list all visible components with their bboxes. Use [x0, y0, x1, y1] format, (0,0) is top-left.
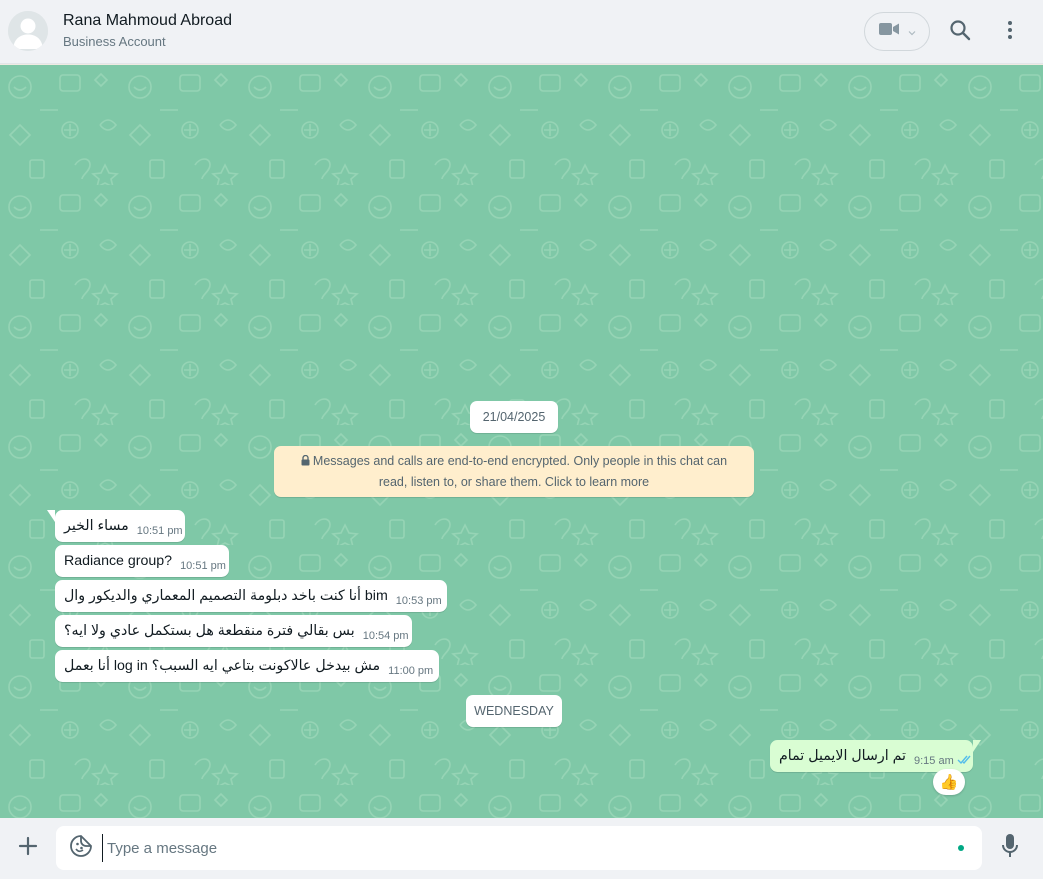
contact-avatar[interactable] — [8, 11, 48, 51]
encryption-notice-text: Messages and calls are end-to-end encryp… — [312, 454, 728, 489]
message-text: أنا كنت باخد دبلومة التصميم المعماري وال… — [64, 588, 388, 604]
message-text: Radiance group? — [64, 553, 173, 569]
plus-icon — [18, 836, 38, 861]
message-time: 10:54 pm — [362, 630, 409, 642]
chat-panel[interactable]: 21/04/2025 Messages and calls are end-to… — [0, 65, 1043, 818]
vertical-dots-icon — [1007, 20, 1013, 45]
double-check-icon — [957, 753, 973, 769]
video-camera-icon — [878, 21, 900, 42]
message-time: 11:00 pm — [388, 665, 434, 677]
voice-message-button[interactable] — [998, 833, 1022, 864]
message-bubble-incoming[interactable]: بس بقالي فترة منقطعة هل بستكمل عادي ولا … — [55, 615, 412, 647]
message-bubble-incoming[interactable]: Radiance group? 10:51 pm — [55, 545, 229, 577]
contact-name: Rana Mahmoud Abroad — [63, 12, 232, 29]
chevron-down-icon — [908, 23, 916, 41]
date-chip: 21/04/2025 — [470, 401, 558, 433]
reaction-badge[interactable]: 👍 — [933, 769, 965, 795]
message-input[interactable] — [102, 834, 942, 862]
message-time: 9:15 am — [914, 755, 954, 767]
attach-button[interactable] — [14, 834, 42, 862]
message-text: بس بقالي فترة منقطعة هل بستكمل عادي ولا … — [64, 623, 355, 639]
message-text: مساء الخير — [64, 518, 129, 534]
message-text: تم ارسال الايميل تمام — [779, 748, 906, 764]
video-call-button[interactable] — [864, 12, 930, 51]
message-input-box[interactable] — [56, 826, 982, 870]
chat-header: Rana Mahmoud Abroad Business Account — [0, 0, 1043, 64]
message-time: 10:51 pm — [136, 525, 183, 537]
microphone-icon — [1001, 833, 1019, 864]
date-chip: WEDNESDAY — [466, 695, 562, 727]
bubble-tail — [47, 510, 55, 522]
contact-subtitle: Business Account — [63, 34, 166, 49]
status-dot — [958, 845, 964, 851]
search-icon — [949, 19, 971, 46]
thumbs-up-icon: 👍 — [939, 774, 959, 791]
lock-icon — [301, 452, 310, 472]
message-time: 10:53 pm — [395, 595, 442, 607]
composer-bar — [0, 818, 1043, 879]
contact-info[interactable]: Rana Mahmoud Abroad Business Account — [63, 11, 232, 52]
menu-button[interactable] — [996, 18, 1024, 46]
search-button[interactable] — [946, 18, 974, 46]
sticker-icon — [69, 834, 93, 863]
bubble-tail — [973, 740, 981, 752]
encryption-notice[interactable]: Messages and calls are end-to-end encryp… — [274, 446, 754, 497]
message-text: أنا بعمل log in مش بيدخل عالاكونت بتاعي … — [64, 658, 381, 674]
message-bubble-outgoing[interactable]: تم ارسال الايميل تمام 9:15 am — [770, 740, 981, 772]
emoji-sticker-button[interactable] — [68, 834, 94, 863]
message-bubble-incoming[interactable]: مساء الخير 10:51 pm — [47, 510, 185, 542]
message-time: 10:51 pm — [180, 560, 226, 572]
message-bubble-incoming[interactable]: أنا كنت باخد دبلومة التصميم المعماري وال… — [55, 580, 447, 612]
message-bubble-incoming[interactable]: أنا بعمل log in مش بيدخل عالاكونت بتاعي … — [55, 650, 439, 682]
